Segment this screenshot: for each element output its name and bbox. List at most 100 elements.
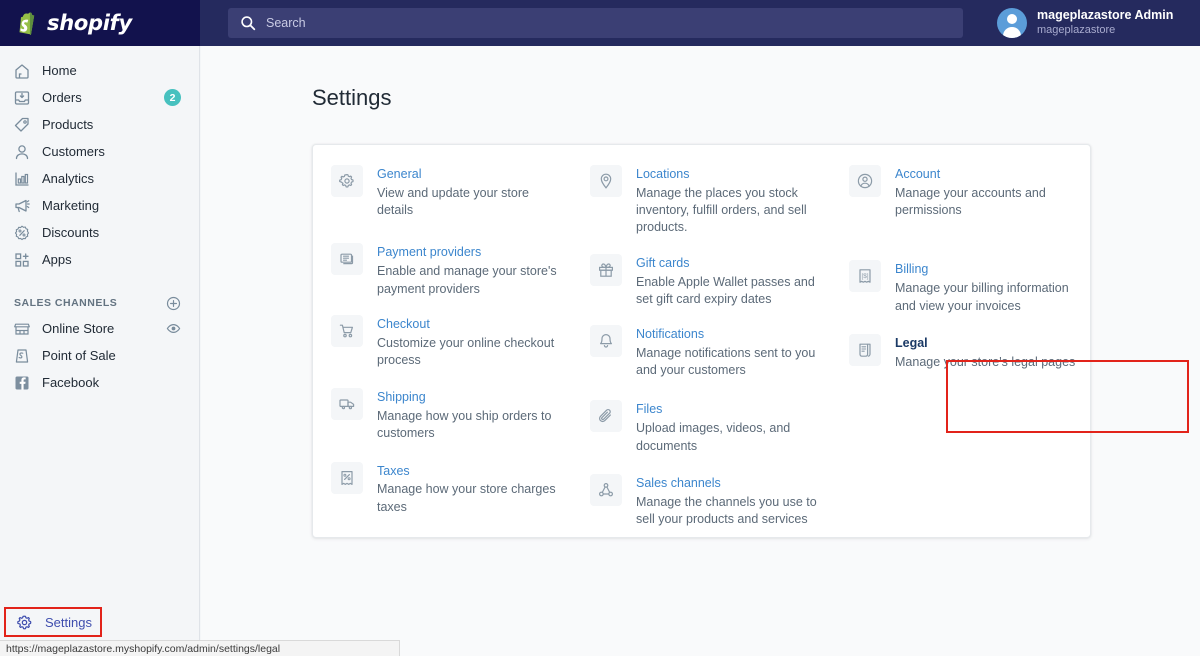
- settings-columns: General View and update your store detai…: [313, 145, 1090, 545]
- apps-grid-plus-icon: [12, 250, 31, 269]
- tax-receipt-icon: [331, 461, 363, 494]
- settings-item-title[interactable]: Billing: [895, 261, 1082, 278]
- sidebar-item-label: Marketing: [42, 198, 100, 213]
- settings-item-title[interactable]: Checkout: [377, 316, 564, 333]
- status-url: https://mageplazastore.myshopify.com/adm…: [6, 642, 281, 655]
- eye-icon[interactable]: [166, 321, 181, 336]
- gear-icon: [15, 613, 34, 632]
- sidebar-item-online-store[interactable]: Online Store: [0, 315, 199, 342]
- sidebar-item-discounts[interactable]: Discounts: [0, 219, 199, 246]
- settings-item-general[interactable]: General View and update your store detai…: [331, 165, 564, 219]
- user-labels: mageplazastore Admin mageplazastore: [1037, 8, 1173, 37]
- settings-item-notifications[interactable]: Notifications Manage notifications sent …: [590, 325, 823, 379]
- settings-item-desc: Upload images, videos, and documents: [636, 421, 791, 453]
- account-circle-icon: [849, 165, 881, 197]
- orders-inbox-icon: [12, 88, 31, 107]
- settings-item-title[interactable]: Account: [895, 166, 1082, 183]
- payment-card-icon: [331, 243, 363, 276]
- settings-item-shipping[interactable]: Shipping Manage how you ship orders to c…: [331, 388, 564, 442]
- settings-item-title[interactable]: Legal: [895, 335, 1075, 352]
- cart-icon: [331, 314, 363, 347]
- legal-scroll-icon: [849, 333, 881, 366]
- settings-item-text: General View and update your store detai…: [377, 165, 564, 219]
- gift-icon: [590, 253, 622, 286]
- settings-item-desc: Customize your online checkout process: [377, 335, 555, 367]
- user-name: mageplazastore Admin: [1037, 8, 1174, 23]
- settings-item-title[interactable]: Notifications: [636, 326, 823, 343]
- sidebar-item-label: Point of Sale: [42, 348, 116, 363]
- settings-item-text: Shipping Manage how you ship orders to c…: [377, 388, 564, 442]
- settings-item-desc: Enable and manage your store's payment p…: [377, 264, 557, 296]
- plus-circle-icon[interactable]: [166, 296, 181, 311]
- user-store-name: mageplazastore: [1037, 23, 1116, 36]
- sidebar-item-point-of-sale[interactable]: Point of Sale: [0, 342, 199, 369]
- online-store-icon: [12, 319, 31, 338]
- sidebar-item-home[interactable]: Home: [0, 57, 199, 84]
- settings-item-legal[interactable]: Legal Manage your store's legal pages: [849, 333, 1082, 371]
- gear-icon: [331, 165, 363, 197]
- settings-item-desc: Manage your accounts and permissions: [895, 185, 1046, 218]
- customers-person-icon: [12, 142, 31, 161]
- settings-item-text: Checkout Customize your online checkout …: [377, 315, 564, 369]
- settings-item-title[interactable]: Taxes: [377, 463, 564, 480]
- billing-receipt-icon: [$]: [849, 260, 881, 293]
- shopify-bag-logo-icon: [18, 11, 40, 35]
- user-menu[interactable]: mageplazastore Admin mageplazastore: [985, 0, 1200, 46]
- settings-item-account[interactable]: Account Manage your accounts and permiss…: [849, 165, 1082, 219]
- settings-item-desc: Manage notifications sent to you and you…: [636, 345, 816, 378]
- sidebar-item-label: Facebook: [42, 375, 100, 390]
- sales-channels-section-header: SALES CHANNELS: [0, 291, 199, 315]
- settings-item-billing[interactable]: [$] Billing Manage your billing informat…: [849, 260, 1082, 314]
- settings-item-text: Payment providers Enable and manage your…: [377, 243, 564, 297]
- sidebar-item-facebook[interactable]: Facebook: [0, 369, 199, 396]
- sidebar-item-customers[interactable]: Customers: [0, 138, 199, 165]
- sidebar-item-orders[interactable]: Orders 2: [0, 84, 199, 111]
- settings-item-text: Locations Manage the places you stock in…: [636, 165, 823, 237]
- settings-item-desc: Manage your billing information and view…: [895, 281, 1069, 313]
- marketing-megaphone-icon: [12, 196, 31, 215]
- top-bar: shopify Search mageplazastore Admin mage…: [0, 0, 1200, 46]
- settings-column-2: Locations Manage the places you stock in…: [572, 165, 831, 545]
- settings-item-taxes[interactable]: Taxes Manage how your store charges taxe…: [331, 461, 564, 516]
- settings-item-files[interactable]: Files Upload images, videos, and documen…: [590, 400, 823, 454]
- settings-item-payment-providers[interactable]: Payment providers Enable and manage your…: [331, 243, 564, 297]
- settings-item-title[interactable]: Shipping: [377, 389, 564, 406]
- search-icon: [240, 15, 256, 31]
- settings-item-title[interactable]: Files: [636, 401, 823, 418]
- settings-item-checkout[interactable]: Checkout Customize your online checkout …: [331, 314, 564, 369]
- settings-item-desc: Manage the channels you use to sell your…: [636, 494, 817, 526]
- user-avatar-icon: [997, 8, 1027, 38]
- discounts-percent-icon: [12, 223, 31, 242]
- settings-item-desc: Manage how your store charges taxes: [377, 482, 556, 514]
- settings-item-title[interactable]: General: [377, 166, 564, 183]
- settings-item-title[interactable]: Gift cards: [636, 255, 823, 272]
- settings-item-text: Billing Manage your billing information …: [895, 260, 1082, 314]
- settings-item-sales-channels[interactable]: Sales channels Manage the channels you u…: [590, 473, 823, 528]
- sidebar-item-label: Customers: [42, 144, 105, 159]
- settings-item-title[interactable]: Sales channels: [636, 475, 823, 492]
- settings-item-text: Sales channels Manage the channels you u…: [636, 474, 823, 528]
- sidebar-item-label: Orders: [42, 90, 82, 105]
- search-input[interactable]: Search: [228, 8, 963, 38]
- settings-card: General View and update your store detai…: [312, 144, 1189, 538]
- settings-item-text: Gift cards Enable Apple Wallet passes an…: [636, 254, 823, 308]
- settings-item-gift-cards[interactable]: Gift cards Enable Apple Wallet passes an…: [590, 253, 823, 308]
- sidebar-item-marketing[interactable]: Marketing: [0, 192, 199, 219]
- settings-item-desc: Manage how you ship orders to customers: [377, 409, 552, 441]
- settings-item-title[interactable]: Locations: [636, 166, 823, 183]
- settings-item-text: Legal Manage your store's legal pages: [895, 334, 1075, 371]
- sidebar-item-label: Online Store: [42, 321, 115, 336]
- sidebar-item-settings[interactable]: Settings: [4, 607, 102, 637]
- settings-item-title[interactable]: Payment providers: [377, 244, 564, 261]
- home-icon: [12, 61, 31, 80]
- sidebar-item-label: Apps: [42, 252, 72, 267]
- settings-label: Settings: [45, 614, 92, 630]
- sidebar-item-products[interactable]: Products: [0, 111, 199, 138]
- section-title: SALES CHANNELS: [14, 297, 118, 309]
- paperclip-icon: [590, 400, 622, 433]
- sidebar-item-apps[interactable]: Apps: [0, 246, 199, 273]
- settings-item-locations[interactable]: Locations Manage the places you stock in…: [590, 165, 823, 237]
- sidebar-item-analytics[interactable]: Analytics: [0, 165, 199, 192]
- sidebar-item-label: Discounts: [42, 225, 100, 240]
- shopify-logo[interactable]: shopify: [0, 0, 200, 46]
